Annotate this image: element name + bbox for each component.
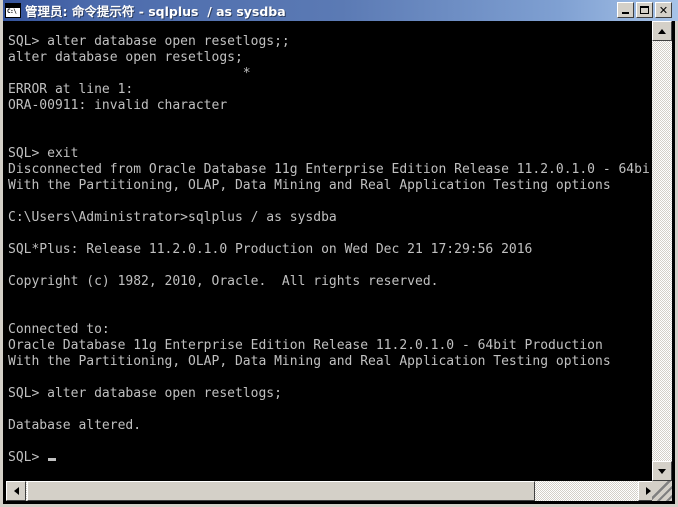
console-line: C:\Users\Administrator>sqlplus / as sysd…: [8, 210, 337, 225]
console-line: Connected to:: [8, 322, 110, 337]
console-icon-prompt: C:\: [7, 8, 17, 15]
chevron-right-icon: [645, 487, 651, 495]
window-title: 管理员: 命令提示符 - sqlplus / as sysdba: [25, 4, 286, 19]
console-line: SQL>: [6, 450, 658, 466]
vertical-scrollbar[interactable]: [652, 21, 672, 481]
maximize-button[interactable]: [636, 2, 653, 18]
console-line: alter database open resetlogs;: [8, 50, 243, 65]
caption-buttons: ✕: [617, 2, 672, 18]
console-line: ORA-00911: invalid character: [8, 98, 228, 113]
chevron-left-icon: [13, 487, 19, 495]
scroll-down-button[interactable]: [652, 461, 672, 481]
console-output[interactable]: SQL> alter database open resetlogs;; alte…: [6, 21, 658, 481]
console-line: SQL> exit: [8, 146, 79, 161]
console-line: SQL*Plus: Release 11.2.0.1.0 Production …: [8, 242, 533, 257]
console-line: SQL> alter database open resetlogs;: [8, 386, 282, 401]
minimize-icon: [622, 12, 629, 14]
console-line: ERROR at line 1:: [8, 82, 134, 97]
close-button[interactable]: ✕: [655, 2, 672, 18]
chevron-down-icon: [658, 468, 666, 474]
chevron-up-icon: [658, 28, 666, 34]
console-line: Database altered.: [8, 418, 142, 433]
console-line: With the Partitioning, OLAP, Data Mining…: [8, 178, 611, 193]
horizontal-scroll-thumb[interactable]: [27, 481, 535, 501]
minimize-button[interactable]: [617, 2, 634, 18]
maximize-icon: [640, 6, 649, 14]
text-cursor: [48, 458, 57, 461]
console-line: Disconnected from Oracle Database 11g En…: [8, 162, 650, 177]
horizontal-scrollbar[interactable]: [6, 481, 658, 501]
console-line: Copyright (c) 1982, 2010, Oracle. All ri…: [8, 274, 439, 289]
console-line: SQL> alter database open resetlogs;;: [8, 34, 290, 49]
console-line: *: [8, 66, 251, 81]
close-icon: ✕: [658, 3, 669, 17]
scroll-left-button[interactable]: [6, 481, 26, 501]
resize-grip[interactable]: [652, 481, 672, 501]
title-bar[interactable]: C:\ 管理员: 命令提示符 - sqlplus / as sysdba: [3, 0, 678, 21]
scroll-up-button[interactable]: [652, 21, 672, 41]
console-icon[interactable]: C:\: [5, 3, 21, 18]
console-window: C:\ 管理员: 命令提示符 - sqlplus / as sysdba ✕ S…: [0, 0, 678, 507]
console-line: Oracle Database 11g Enterprise Edition R…: [8, 338, 603, 353]
console-line: With the Partitioning, OLAP, Data Mining…: [8, 354, 611, 369]
